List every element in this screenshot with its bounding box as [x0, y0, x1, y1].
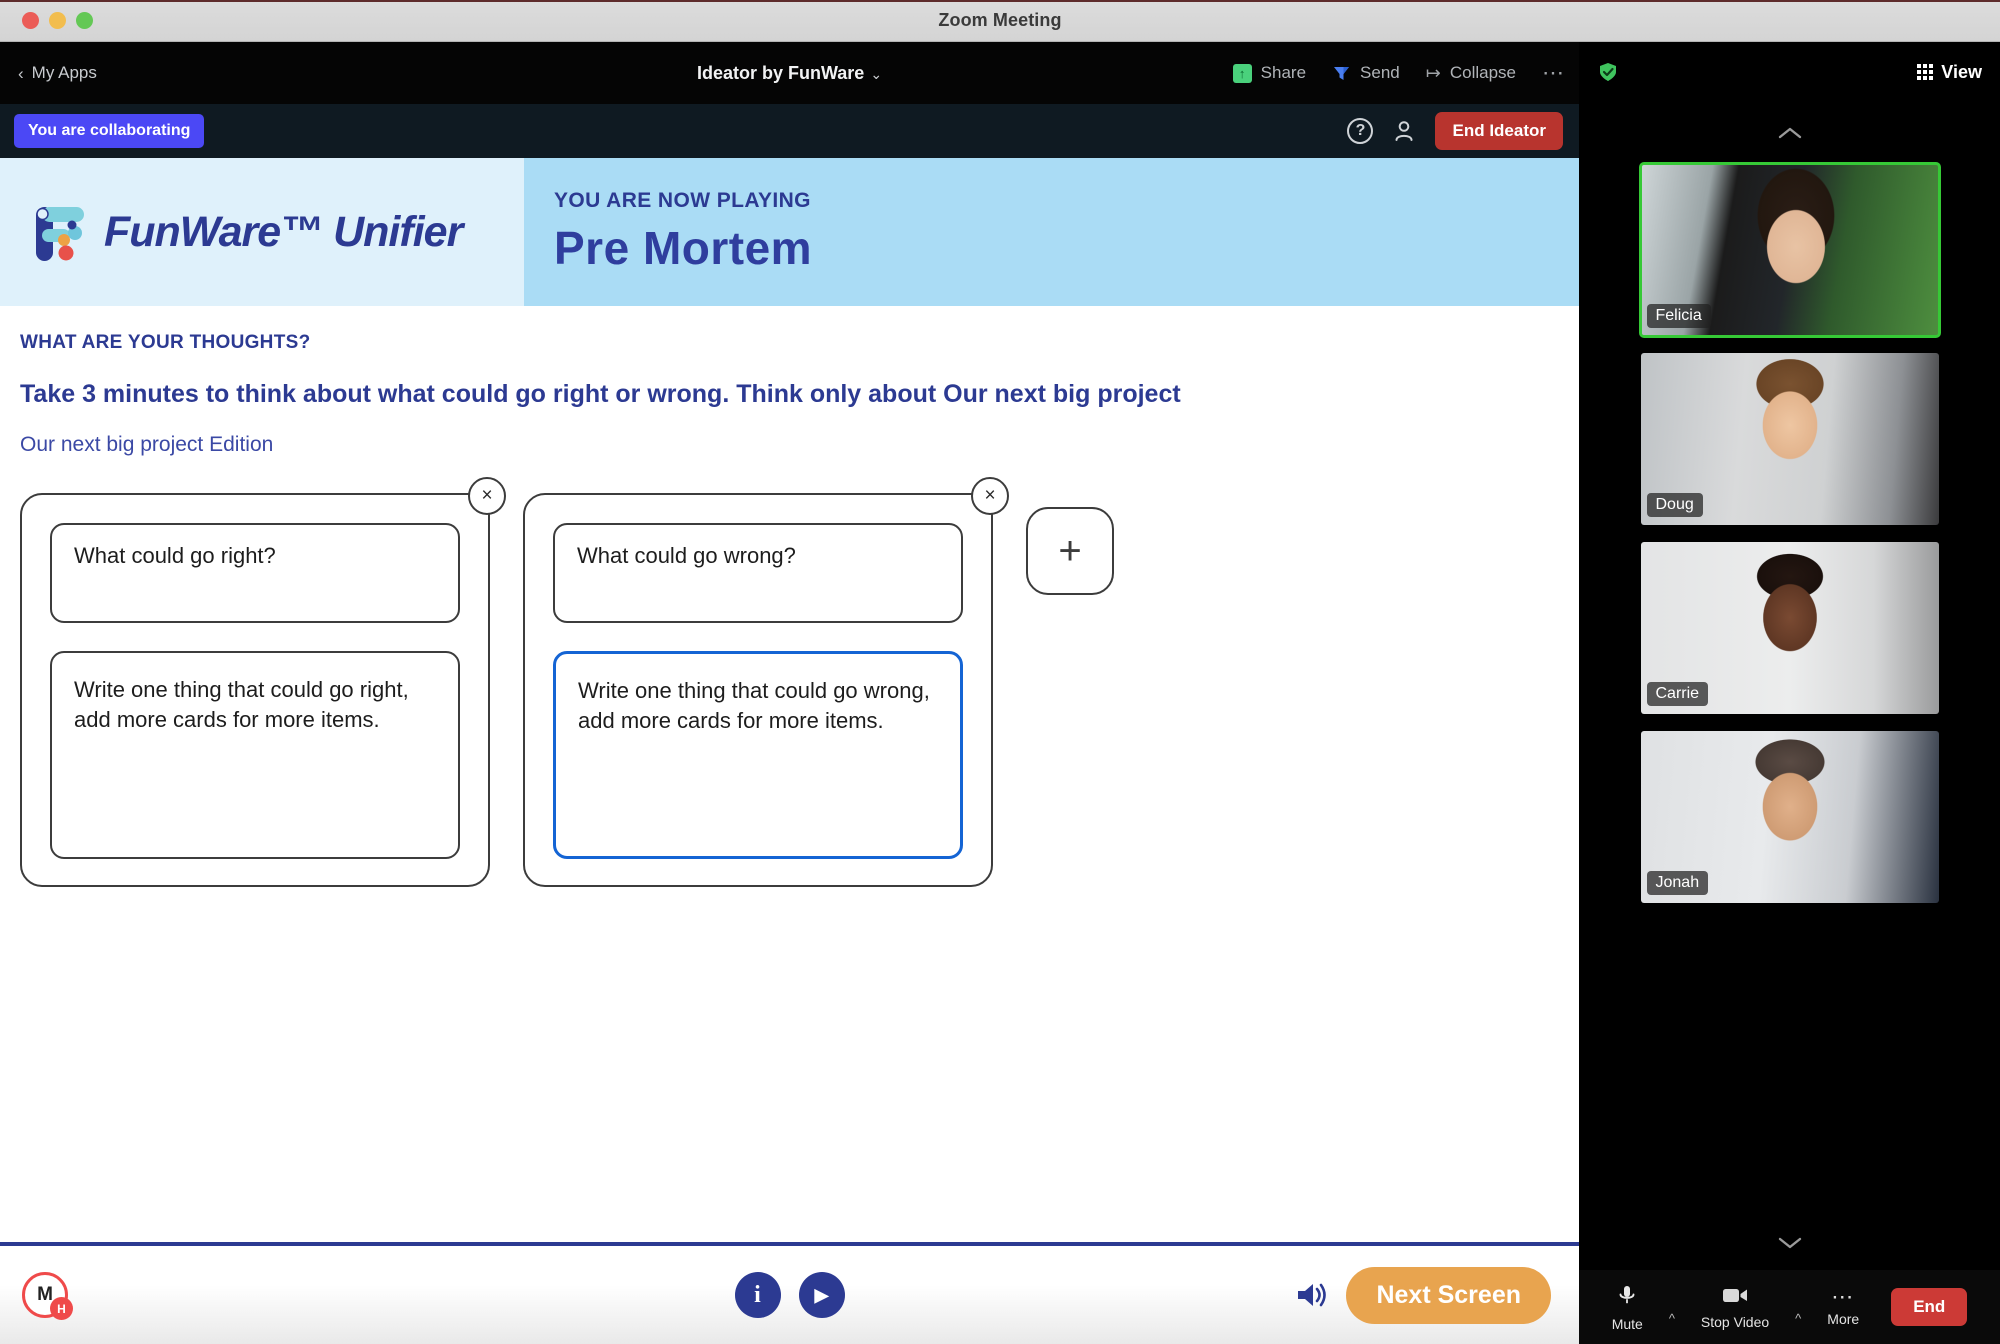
share-button[interactable]: ↑ Share: [1232, 63, 1307, 83]
funware-logo-icon: [28, 195, 102, 269]
share-label: Share: [1260, 63, 1307, 82]
participant-name: Doug: [1646, 493, 1703, 517]
zoom-participants-pane: View Felicia Doug Carrie Jonah Mute ^ St…: [1579, 42, 2000, 1344]
window-titlebar: Zoom Meeting: [0, 0, 2000, 42]
app-toolbar: ‹ My Apps Ideator by FunWare ⌄ ↑ Share S…: [0, 42, 1579, 104]
window-body: ‹ My Apps Ideator by FunWare ⌄ ↑ Share S…: [0, 42, 2000, 1344]
window-title: Zoom Meeting: [938, 10, 1062, 30]
stop-video-button[interactable]: Stop Video: [1701, 1285, 1769, 1330]
share-screen-icon: ↑: [1232, 63, 1252, 83]
my-apps-back-button[interactable]: ‹ My Apps: [18, 63, 97, 83]
funware-logo-text: FunWare™ Unifier: [104, 207, 463, 256]
scroll-down-chevron[interactable]: [1579, 1232, 2000, 1256]
add-card-button[interactable]: +: [1026, 507, 1114, 595]
brand-area: FunWare™ Unifier: [0, 158, 524, 306]
send-label: Send: [1360, 63, 1400, 82]
participant-tile[interactable]: Felicia: [1638, 162, 1941, 338]
bottom-right-controls: Next Screen: [1292, 1266, 1551, 1324]
send-icon: [1332, 64, 1351, 83]
app-title-text: Ideator by FunWare: [696, 62, 865, 83]
grid-icon: [1917, 64, 1934, 80]
user-avatar[interactable]: M H: [22, 1272, 73, 1320]
close-icon[interactable]: ×: [971, 477, 1009, 515]
participant-tile[interactable]: Carrie: [1640, 542, 1939, 714]
view-button[interactable]: View: [1917, 62, 1982, 83]
activity-canvas: WHAT ARE YOUR THOUGHTS? Take 3 minutes t…: [0, 306, 1579, 1242]
video-options-chevron[interactable]: ^: [1795, 1311, 1801, 1326]
host-badge: H: [50, 1297, 73, 1320]
collapse-label: Collapse: [1449, 63, 1516, 82]
app-subbar: You are collaborating ? End Ideator: [0, 104, 1579, 158]
ellipsis-icon: ⋯: [1831, 1284, 1856, 1309]
shield-check-icon[interactable]: [1597, 61, 1619, 83]
person-icon[interactable]: [1391, 118, 1417, 144]
game-title: Pre Mortem: [554, 222, 813, 274]
play-icon[interactable]: ▶: [798, 1272, 845, 1318]
edition-text: Our next big project Edition: [20, 433, 274, 456]
microphone-icon: [1615, 1283, 1639, 1312]
participant-name: Felicia: [1646, 304, 1711, 328]
card-body-input[interactable]: Write one thing that could go right, add…: [50, 651, 460, 859]
card-title-input[interactable]: What could go right?: [50, 523, 460, 623]
now-playing-label: YOU ARE NOW PLAYING: [554, 189, 811, 212]
zoom-pane-header: View: [1579, 42, 2000, 102]
note-card: × What could go wrong? Write one thing t…: [523, 477, 1009, 887]
end-ideator-button[interactable]: End Ideator: [1435, 112, 1563, 150]
zoom-meeting-controls: Mute ^ Stop Video ^ ⋯ More End: [1579, 1270, 2000, 1344]
volume-icon[interactable]: [1292, 1276, 1330, 1314]
section-label: WHAT ARE YOUR THOUGHTS?: [20, 332, 311, 353]
game-banner: FunWare™ Unifier YOU ARE NOW PLAYING Pre…: [0, 158, 1579, 306]
participant-tile[interactable]: Doug: [1640, 353, 1939, 525]
my-apps-label: My Apps: [31, 63, 97, 82]
scroll-up-chevron[interactable]: [1579, 122, 2000, 146]
app-subbar-actions: ? End Ideator: [1347, 112, 1563, 150]
ellipsis-icon[interactable]: ⋯: [1542, 60, 1565, 86]
chevron-down-icon[interactable]: ⌄: [870, 66, 882, 82]
zoom-meeting-window: Zoom Meeting ‹ My Apps Ideator by FunWar…: [0, 0, 2000, 1344]
collapse-icon: ↦: [1425, 62, 1441, 83]
more-label: More: [1827, 1311, 1860, 1327]
participant-tile[interactable]: Jonah: [1640, 731, 1939, 903]
participant-name: Jonah: [1646, 871, 1709, 895]
collaborating-badge: You are collaborating: [14, 114, 205, 148]
card-title-input[interactable]: What could go wrong?: [553, 523, 963, 623]
participant-name: Carrie: [1646, 682, 1709, 706]
banner-copy: YOU ARE NOW PLAYING Pre Mortem: [554, 189, 812, 275]
app-toolbar-actions: ↑ Share Send ↦ Collapse ⋯: [1232, 60, 1565, 86]
mute-label: Mute: [1611, 1315, 1643, 1332]
chevron-left-icon: ‹: [18, 63, 24, 83]
stop-video-label: Stop Video: [1700, 1313, 1770, 1330]
collapse-button[interactable]: ↦ Collapse: [1426, 63, 1516, 84]
end-meeting-button[interactable]: End: [1891, 1288, 1968, 1326]
card-body-input[interactable]: Write one thing that could go wrong, add…: [553, 651, 963, 859]
app-bottom-bar: M H i ▶ Next Screen: [0, 1242, 1579, 1344]
participant-tiles: Felicia Doug Carrie Jonah: [1579, 146, 2000, 1232]
info-icon[interactable]: i: [734, 1272, 781, 1318]
note-card: × What could go right? Write one thing t…: [20, 477, 506, 887]
close-icon[interactable]: ×: [468, 477, 506, 515]
ideator-app-pane: ‹ My Apps Ideator by FunWare ⌄ ↑ Share S…: [0, 42, 1579, 1344]
video-camera-icon: [1721, 1285, 1749, 1310]
question-mark-icon[interactable]: ?: [1347, 118, 1374, 144]
more-button[interactable]: ⋯ More: [1827, 1284, 1860, 1328]
audio-options-chevron[interactable]: ^: [1669, 1311, 1675, 1326]
view-label: View: [1941, 61, 1982, 82]
mute-button[interactable]: Mute: [1612, 1283, 1643, 1332]
cards-row: × What could go right? Write one thing t…: [20, 477, 1579, 887]
send-button[interactable]: Send: [1332, 63, 1400, 83]
prompt-text: Take 3 minutes to think about what could…: [20, 380, 1181, 408]
banner-main: YOU ARE NOW PLAYING Pre Mortem M H INDIV…: [524, 158, 1579, 306]
next-screen-button[interactable]: Next Screen: [1346, 1266, 1551, 1324]
funware-logo: FunWare™ Unifier: [28, 195, 463, 269]
